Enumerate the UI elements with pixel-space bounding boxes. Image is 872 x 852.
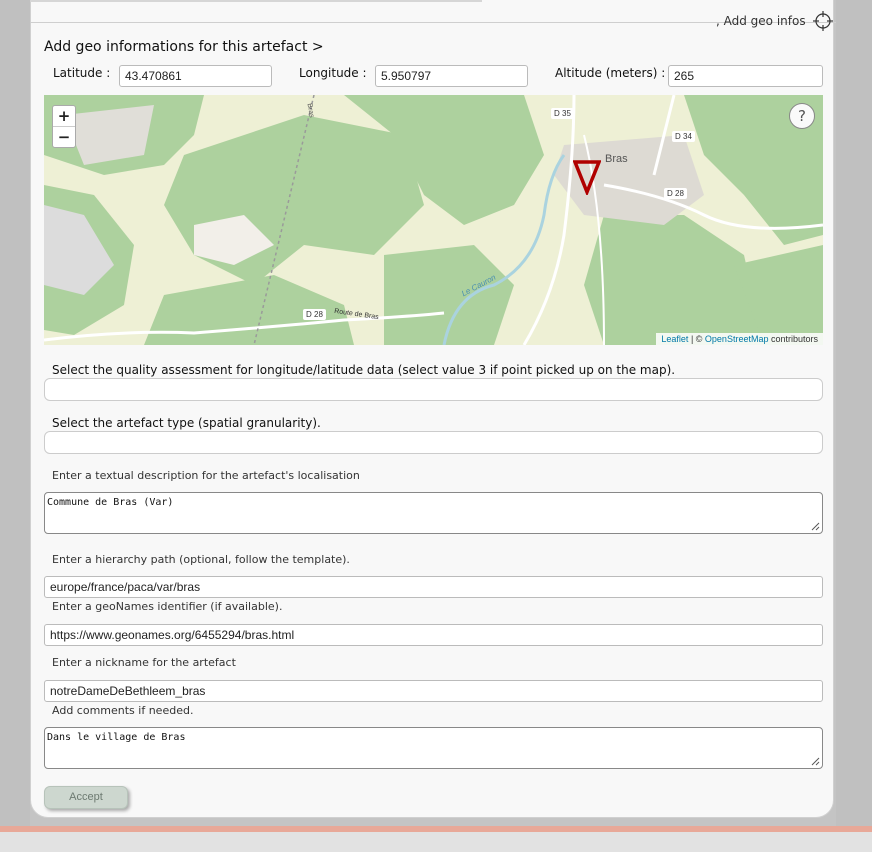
bottom-strip <box>0 832 872 852</box>
crosshair-icon <box>812 11 833 31</box>
quality-assessment-select[interactable] <box>44 378 823 401</box>
nickname-label: Enter a nickname for the artefact <box>52 656 236 669</box>
openstreetmap-link[interactable]: OpenStreetMap <box>705 334 769 344</box>
geonames-label: Enter a geoNames identifier (if availabl… <box>52 600 283 613</box>
description-text: Commune de Bras (Var) <box>47 497 174 508</box>
attribution-separator: | © <box>688 334 705 344</box>
artefact-type-select[interactable] <box>44 431 823 454</box>
altitude-input[interactable]: 265 <box>668 65 823 87</box>
longitude-label: Longitude : <box>299 66 367 80</box>
add-geo-infos-link[interactable]: , Add geo infos <box>716 10 834 32</box>
page-title: Add geo informations for this artefact > <box>44 39 324 55</box>
geonames-input[interactable]: https://www.geonames.org/6455294/bras.ht… <box>44 624 823 646</box>
map-view[interactable]: D 35 D 34 D 28 D 28 Bras Route de Bras L… <box>44 95 823 345</box>
longitude-input[interactable]: 5.950797 <box>375 65 528 87</box>
comments-text: Dans le village de Bras <box>47 732 186 743</box>
zoom-control: + − <box>52 105 76 148</box>
resize-handle-icon[interactable] <box>811 757 820 766</box>
latitude-label: Latitude : <box>53 66 111 80</box>
right-margin <box>836 0 872 852</box>
map-label-bras: Bras <box>605 153 628 165</box>
quality-assessment-label: Select the quality assessment for longit… <box>52 363 676 377</box>
comments-label: Add comments if needed. <box>52 704 194 717</box>
map-label-d28-west: D 28 <box>303 309 326 320</box>
map-attribution: Leaflet | © OpenStreetMap contributors <box>656 333 823 345</box>
description-label: Enter a textual description for the arte… <box>52 469 360 482</box>
left-margin <box>0 0 30 852</box>
map-label-d35: D 35 <box>551 108 574 119</box>
altitude-label: Altitude (meters) : <box>555 66 666 80</box>
map-help-button[interactable]: ? <box>789 103 815 129</box>
add-geo-infos-label: , Add geo infos <box>716 14 806 28</box>
description-textarea[interactable]: Commune de Bras (Var) <box>44 492 823 534</box>
comments-textarea[interactable]: Dans le village de Bras <box>44 727 823 769</box>
map-label-d28-east: D 28 <box>664 188 687 199</box>
latitude-input[interactable]: 43.470861 <box>119 65 272 87</box>
attribution-suffix: contributors <box>768 334 818 344</box>
location-marker-icon[interactable] <box>573 159 601 195</box>
hierarchy-input[interactable]: europe/france/paca/var/bras <box>44 576 823 598</box>
accept-button[interactable]: Accept <box>44 786 128 809</box>
resize-handle-icon[interactable] <box>811 522 820 531</box>
map-tiles <box>44 95 823 345</box>
zoom-in-button[interactable]: + <box>53 106 75 127</box>
top-divider <box>30 0 482 2</box>
hierarchy-label: Enter a hierarchy path (optional, follow… <box>52 553 350 566</box>
nickname-input[interactable]: notreDameDeBethleem_bras <box>44 680 823 702</box>
zoom-out-button[interactable]: − <box>53 127 75 147</box>
map-label-d34: D 34 <box>672 131 695 142</box>
leaflet-link[interactable]: Leaflet <box>661 334 688 344</box>
artefact-type-label: Select the artefact type (spatial granul… <box>52 416 321 430</box>
